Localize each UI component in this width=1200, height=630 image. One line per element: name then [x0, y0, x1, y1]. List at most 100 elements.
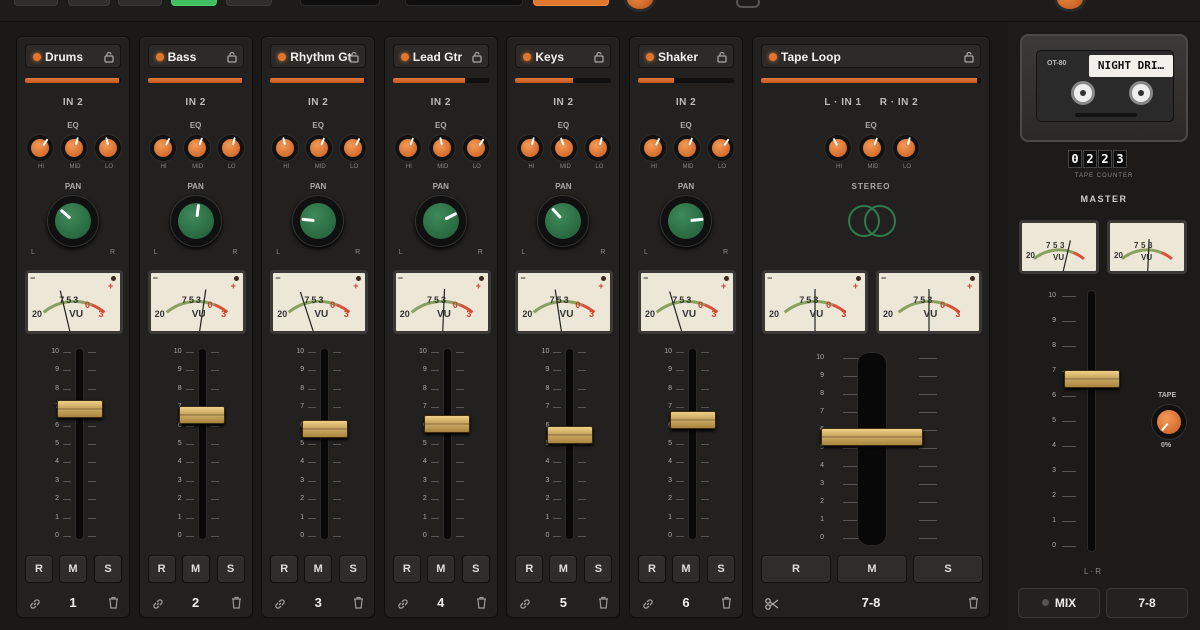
trash-icon[interactable]	[968, 596, 979, 609]
scissors-icon[interactable]	[765, 597, 779, 610]
lock-icon[interactable]	[717, 50, 727, 63]
bounce-button[interactable]	[533, 0, 609, 6]
trash-icon[interactable]	[721, 596, 732, 609]
eq-mid-knob[interactable]: MID	[550, 134, 579, 170]
eq-mid-knob[interactable]: MID	[60, 134, 88, 170]
fader-track[interactable]	[1087, 290, 1096, 552]
solo-button[interactable]: S	[216, 555, 245, 583]
link-icon[interactable]	[274, 597, 286, 609]
pan-knob[interactable]	[169, 195, 222, 247]
toolbar-button-1[interactable]	[14, 0, 58, 6]
input-source-label[interactable]: IN 2	[507, 97, 619, 108]
input-source-label[interactable]: IN 2	[385, 97, 497, 108]
tape-speed-knob[interactable]	[624, 0, 656, 12]
record-arm-button[interactable]: R	[515, 555, 544, 583]
solo-button[interactable]: S	[94, 555, 122, 583]
eq-mid-knob[interactable]: MID	[305, 134, 334, 170]
tape-saturation-knob[interactable]	[1151, 404, 1187, 440]
record-arm-button[interactable]: R	[761, 555, 831, 583]
record-arm-button[interactable]: R	[147, 555, 176, 583]
solo-button[interactable]: S	[913, 555, 983, 583]
input-source-right[interactable]: R · IN 2	[877, 97, 921, 108]
pan-knob[interactable]	[660, 195, 712, 247]
trash-icon[interactable]	[598, 596, 609, 609]
mute-button[interactable]: M	[304, 555, 333, 583]
lock-icon[interactable]	[349, 50, 359, 63]
eq-lo-knob[interactable]: LO	[584, 134, 613, 170]
pan-knob[interactable]	[537, 195, 590, 247]
pan-knob[interactable]	[414, 195, 467, 247]
eq-hi-knob[interactable]: HI	[516, 134, 545, 170]
mute-button[interactable]: M	[59, 555, 87, 583]
mute-button[interactable]: M	[426, 555, 455, 583]
fader-track[interactable]	[442, 348, 452, 540]
mute-button[interactable]: M	[672, 555, 700, 583]
lock-icon[interactable]	[104, 50, 114, 63]
toolbar-button-3[interactable]	[118, 0, 162, 6]
fader-cap[interactable]	[179, 405, 226, 424]
channel-name-field[interactable]: Bass	[147, 44, 244, 68]
fader-track[interactable]	[565, 348, 575, 540]
link-icon[interactable]	[397, 597, 409, 609]
input-source-label[interactable]: IN 2	[630, 97, 742, 108]
fader-cap[interactable]	[1064, 369, 1120, 388]
lock-icon[interactable]	[472, 50, 482, 63]
toolbar-button-2[interactable]	[68, 0, 110, 6]
solo-button[interactable]: S	[461, 555, 490, 583]
channel-name-field[interactable]: Keys	[515, 44, 612, 68]
solo-button[interactable]: S	[707, 555, 735, 583]
channel-name-field[interactable]: Lead Gtr	[392, 44, 489, 68]
eq-mid-knob[interactable]: MID	[182, 134, 211, 170]
input-source-label[interactable]: IN 2	[17, 97, 129, 108]
eq-lo-knob[interactable]: LO	[707, 134, 735, 170]
output-select-button[interactable]: 7-8	[1106, 588, 1188, 618]
fader-track[interactable]	[688, 348, 697, 540]
channel-name-field[interactable]: Drums	[25, 44, 121, 68]
link-icon[interactable]	[29, 597, 41, 609]
fader-cap[interactable]	[301, 420, 348, 439]
mute-button[interactable]: M	[837, 555, 907, 583]
lock-icon[interactable]	[964, 50, 974, 63]
eq-lo-knob[interactable]: LO	[94, 134, 122, 170]
fader-track[interactable]	[320, 348, 330, 540]
pan-knob[interactable]	[292, 195, 345, 247]
pan-knob[interactable]	[47, 195, 99, 247]
fader-track[interactable]	[857, 352, 887, 546]
channel-name-field[interactable]: Shaker	[638, 44, 734, 68]
trash-icon[interactable]	[108, 596, 119, 609]
mute-button[interactable]: M	[181, 555, 210, 583]
record-arm-button[interactable]: R	[392, 555, 421, 583]
record-arm-button[interactable]: R	[270, 555, 299, 583]
eq-lo-knob[interactable]: LO	[339, 134, 368, 170]
stereo-link-icon[interactable]	[844, 203, 900, 244]
trash-icon[interactable]	[353, 596, 364, 609]
eq-lo-knob[interactable]: LO	[892, 134, 920, 170]
toolbar-button-4[interactable]	[226, 0, 272, 6]
fader-track[interactable]	[75, 348, 84, 540]
link-icon[interactable]	[736, 0, 760, 8]
fader-cap[interactable]	[546, 425, 593, 444]
link-icon[interactable]	[152, 597, 164, 609]
channel-name-field[interactable]: Rhythm Gt	[270, 44, 367, 68]
record-arm-button[interactable]: R	[638, 555, 666, 583]
output-knob[interactable]	[1054, 0, 1086, 12]
record-arm-button[interactable]: R	[25, 555, 53, 583]
eq-hi-knob[interactable]: HI	[393, 134, 422, 170]
eq-hi-knob[interactable]: HI	[148, 134, 177, 170]
eq-mid-knob[interactable]: MID	[858, 134, 886, 170]
mix-button[interactable]: MIX	[1018, 588, 1100, 618]
input-source-left[interactable]: L · IN 1	[823, 97, 863, 108]
fader-track[interactable]	[197, 348, 207, 540]
input-source-label[interactable]: IN 2	[140, 97, 252, 108]
link-icon[interactable]	[642, 597, 654, 609]
eq-mid-knob[interactable]: MID	[427, 134, 456, 170]
eq-hi-knob[interactable]: HI	[639, 134, 667, 170]
channel-name-field[interactable]: Tape Loop	[761, 44, 981, 68]
trash-icon[interactable]	[476, 596, 487, 609]
lock-icon[interactable]	[594, 50, 604, 63]
fader-cap[interactable]	[424, 414, 471, 433]
eq-hi-knob[interactable]: HI	[824, 134, 852, 170]
eq-hi-knob[interactable]: HI	[271, 134, 300, 170]
fader-cap[interactable]	[821, 428, 923, 447]
lock-icon[interactable]	[226, 50, 237, 63]
